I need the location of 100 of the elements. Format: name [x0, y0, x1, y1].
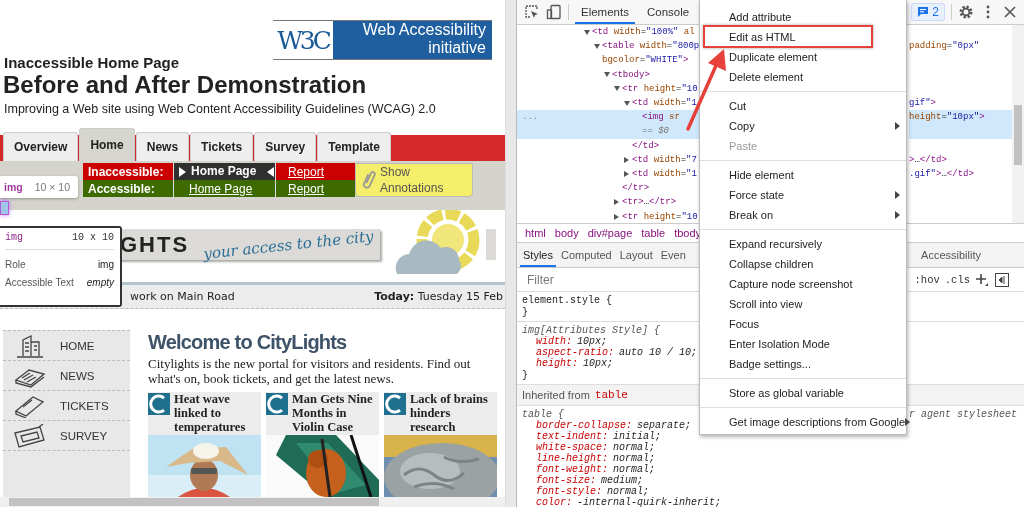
dom-node-continuation[interactable]: bgcolor="WHITE"> [517, 53, 699, 68]
tag-name: img [5, 232, 23, 243]
breadcrumb-link[interactable]: html [525, 227, 546, 239]
expand-arrow-icon[interactable] [584, 29, 590, 35]
dom-node-continuation[interactable]: == $0 [517, 124, 699, 139]
report-link[interactable]: Report [276, 163, 355, 180]
news-headline-link[interactable]: Heat wave linked to temperatures [174, 392, 261, 434]
home-page-link[interactable]: Home Page [189, 181, 253, 196]
breadcrumb-link[interactable]: table [641, 227, 666, 239]
expand-arrow-icon[interactable] [614, 86, 620, 92]
dom-node-attributes[interactable]: height="10px"> [909, 110, 1012, 125]
styles-tab[interactable]: Layout [616, 243, 656, 267]
expand-arrow-icon[interactable] [604, 72, 610, 78]
plus-icon[interactable] [975, 272, 989, 287]
menu-item[interactable]: Capture node screenshot [700, 274, 906, 294]
element-highlight [0, 201, 9, 215]
dom-node[interactable]: <td width="100%" al [517, 25, 699, 40]
closing-brace: } [522, 306, 528, 318]
dom-node[interactable]: <tr height="10 [517, 81, 699, 96]
nav-item[interactable]: HOME [3, 331, 130, 361]
banner-slogan: your access to the city [202, 226, 375, 263]
site-tab[interactable]: Tickets [190, 132, 254, 161]
dom-node[interactable]: </td> [517, 138, 699, 153]
report-link[interactable]: Report [276, 180, 355, 197]
breadcrumb-link[interactable]: body [554, 227, 579, 239]
expand-arrow-icon[interactable] [624, 100, 630, 106]
dom-node[interactable]: <tr>…</tr> [517, 195, 699, 210]
styles-tab[interactable]: Computed [557, 243, 615, 267]
settings-icon[interactable] [958, 4, 974, 20]
dom-node[interactable]: </tr> [517, 181, 699, 196]
dom-node[interactable]: ... <img sr [517, 110, 699, 125]
style-toggle[interactable]: :hov [914, 273, 940, 286]
close-icon[interactable] [1002, 4, 1018, 20]
home-page-link[interactable]: Home Page [191, 164, 257, 179]
menu-item[interactable]: Collapse children [700, 254, 906, 274]
menu-item[interactable]: Scroll into view [700, 294, 906, 314]
devtools-tab[interactable]: Console [640, 0, 696, 24]
menu-item[interactable]: Store as global variable [700, 383, 906, 403]
news-headline-link[interactable]: Man Gets Nine Months in Violin Case [292, 392, 379, 434]
dom-node[interactable]: <td width="1 [517, 166, 699, 182]
devtools-tab[interactable]: Elements [575, 0, 635, 24]
styles-tab[interactable]: Accessibility [918, 243, 984, 267]
site-tab[interactable]: Survey [254, 132, 317, 161]
banner-strip [486, 229, 496, 260]
nav-item[interactable]: SURVEY [3, 421, 130, 451]
expand-arrow-icon[interactable] [614, 213, 619, 220]
dom-node-attributes[interactable]: padding="0px" [909, 39, 1012, 54]
submenu-arrow-icon [895, 122, 900, 130]
show-annotations-button[interactable]: Show Annotations [355, 163, 473, 197]
menu-item[interactable]: Copy [700, 116, 906, 136]
page-tagline: Improving a Web site using Web Content Accessibility Guidelines (WCAG) 2.0 [4, 101, 437, 117]
menu-item[interactable]: Get image descriptions from Google [700, 412, 906, 432]
site-tab[interactable]: Home [79, 128, 135, 161]
horizontal-scrollbar[interactable] [0, 497, 505, 507]
nav-item[interactable]: NEWS [3, 361, 130, 391]
inherited-tag-link[interactable]: table [594, 389, 628, 401]
dom-node[interactable]: <tr height="10 [517, 209, 699, 223]
vertical-scrollbar[interactable] [505, 0, 516, 507]
menu-item[interactable]: Enter Isolation Mode [700, 334, 906, 354]
vertical-scrollbar[interactable] [1012, 25, 1024, 223]
clipboard-icon [13, 423, 47, 448]
issues-button[interactable]: 2 [911, 3, 945, 21]
dom-node[interactable]: <td width="1 [517, 95, 699, 111]
styles-tab[interactable]: Even [657, 243, 689, 267]
menu-item[interactable]: Expand recursively [700, 234, 906, 254]
menu-item[interactable]: Edit as HTML [700, 27, 906, 47]
dom-node-attributes[interactable]: gif"> [909, 95, 1012, 111]
menu-item[interactable]: Delete element [700, 67, 906, 87]
submenu-arrow-icon [905, 418, 911, 426]
sidebar-toggle-icon[interactable] [994, 271, 1010, 288]
site-tab[interactable]: Overview [3, 132, 79, 161]
dom-node[interactable]: <td width="7 [517, 152, 699, 167]
menu-item[interactable]: Duplicate element [700, 47, 906, 67]
inspect-icon[interactable] [524, 4, 540, 20]
menu-item[interactable]: Add attribute [700, 7, 906, 27]
dom-node-attributes[interactable]: >…</td> [909, 152, 1012, 167]
size-text: 10 x 10 [72, 232, 114, 243]
menu-item[interactable]: Hide element [700, 165, 906, 185]
site-tab[interactable]: Template [317, 132, 392, 161]
menu-item[interactable]: Cut [700, 96, 906, 116]
expand-arrow-icon[interactable] [624, 170, 629, 177]
news-headline-link[interactable]: Lack of brains hinders research [410, 392, 497, 434]
logo-icon [148, 393, 170, 415]
welcome-heading: Welcome to CityLights [148, 330, 348, 354]
breadcrumb-link[interactable]: div#page [587, 227, 633, 239]
menu-item[interactable]: Focus [700, 314, 906, 334]
expand-arrow-icon[interactable] [614, 199, 619, 206]
expand-arrow-icon[interactable] [594, 43, 600, 49]
dom-node-attributes[interactable]: .gif">…</td> [909, 166, 1012, 182]
device-icon[interactable] [546, 4, 562, 20]
nav-item[interactable]: TICKETS [3, 391, 130, 421]
style-toggle[interactable]: .cls [944, 273, 970, 286]
styles-tab[interactable]: Styles [520, 243, 556, 267]
menu-item[interactable]: Break on [700, 205, 906, 225]
menu-item[interactable]: Badge settings... [700, 354, 906, 374]
site-tab[interactable]: News [135, 132, 190, 161]
expand-arrow-icon[interactable] [624, 156, 629, 163]
dom-node[interactable]: <tbody> [517, 67, 699, 82]
dom-node[interactable]: <table width="800p [517, 39, 699, 54]
menu-item[interactable]: Force state [700, 185, 906, 205]
